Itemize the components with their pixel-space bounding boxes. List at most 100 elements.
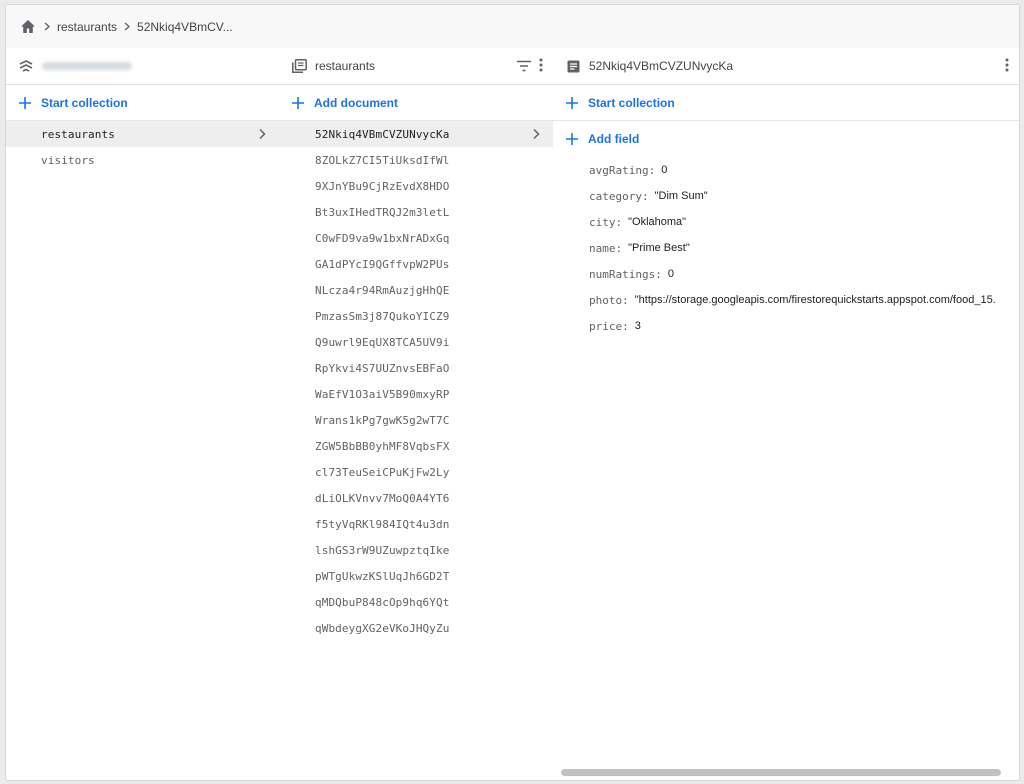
add-field-label: Add field (588, 132, 639, 146)
field-key: name: (589, 242, 622, 255)
start-collection-button[interactable]: Start collection (6, 85, 279, 121)
field-value: "Dim Sum" (655, 190, 708, 202)
document-id: NLcza4r94RmAuzjgHhQE (315, 284, 449, 297)
document-item[interactable]: GA1dPYcI9QGffvpW2PUs (279, 251, 553, 277)
document-id: 52Nkiq4VBmCVZUNvycKa (315, 128, 449, 141)
document-list: 52Nkiq4VBmCVZUNvycKa 8ZOLkZ7CI5TiUksdIfW… (279, 121, 553, 641)
document-column-header: 52Nkiq4VBmCVZUNvycKa (553, 48, 1019, 85)
root-column: Start collection restaurants visitors (6, 48, 280, 780)
document-id: Wrans1kPg7gwK5g2wT7C (315, 414, 449, 427)
filter-icon[interactable] (517, 59, 531, 77)
document-item[interactable]: ZGW5BbBB0yhMF8VqbsFX (279, 433, 553, 459)
document-id: dLiOLKVnvv7MoQ0A4YT6 (315, 492, 449, 505)
start-collection-label: Start collection (588, 96, 675, 110)
plus-icon (565, 96, 579, 110)
collection-item-label: restaurants (41, 128, 115, 141)
document-item[interactable]: PmzasSm3j87QukoYICZ9 (279, 303, 553, 329)
document-id: ZGW5BbBB0yhMF8VqbsFX (315, 440, 449, 453)
document-item[interactable]: cl73TeuSeiCPuKjFw2Ly (279, 459, 553, 485)
field-value: 0 (668, 268, 674, 280)
plus-icon (291, 96, 305, 110)
firestore-data-viewer: restaurants 52Nkiq4VBmCV... Start collec… (5, 4, 1020, 781)
document-id: C0wFD9va9w1bxNrADxGq (315, 232, 449, 245)
document-id: qWbdeygXG2eVKoJHQyZu (315, 622, 449, 635)
field-value: 3 (635, 320, 641, 332)
home-icon[interactable] (19, 18, 37, 36)
document-id: WaEfV1O3aiV5B90mxyRP (315, 388, 449, 401)
document-item[interactable]: RpYkvi4S7UUZnvsEBFaO (279, 355, 553, 381)
document-item[interactable]: NLcza4r94RmAuzjgHhQE (279, 277, 553, 303)
field-key: price: (589, 320, 629, 333)
document-item[interactable]: f5tyVqRKl984IQt4u3dn (279, 511, 553, 537)
document-actions (1005, 58, 1009, 77)
chevron-right-icon (257, 128, 267, 140)
collection-item-label: visitors (41, 154, 95, 167)
field-value: "Prime Best" (628, 242, 690, 254)
document-id: qMDQbuP848cOp9hq6YQt (315, 596, 449, 609)
field-key: numRatings: (589, 268, 662, 281)
document-column: 52Nkiq4VBmCVZUNvycKa Start collection Ad… (553, 48, 1019, 780)
document-item[interactable]: pWTgUkwzKSlUqJh6GD2T (279, 563, 553, 589)
collection-item-visitors[interactable]: visitors (6, 147, 279, 173)
field-row[interactable]: price: 3 (589, 313, 1019, 339)
plus-icon (18, 96, 32, 110)
field-row[interactable]: city: "Oklahoma" (589, 209, 1019, 235)
document-item[interactable]: qWbdeygXG2eVKoJHQyZu (279, 615, 553, 641)
document-id: cl73TeuSeiCPuKjFw2Ly (315, 466, 449, 479)
document-item[interactable]: 9XJnYBu9CjRzEvdX8HDO (279, 173, 553, 199)
breadcrumb-item-collection[interactable]: restaurants (57, 20, 117, 34)
add-document-label: Add document (314, 96, 398, 110)
document-item[interactable]: lshGS3rW9UZuwpztqIke (279, 537, 553, 563)
document-item[interactable]: 52Nkiq4VBmCVZUNvycKa (279, 121, 553, 147)
collection-title: restaurants (315, 59, 375, 73)
collection-actions (517, 58, 543, 77)
field-row[interactable]: photo:"https://storage.googleapis.com/fi… (589, 287, 1019, 313)
horizontal-scrollbar[interactable] (561, 769, 1001, 776)
add-field-button[interactable]: Add field (553, 121, 1019, 157)
document-id: Bt3uxIHedTRQJ2m3letL (315, 206, 449, 219)
field-row[interactable]: name: "Prime Best" (589, 235, 1019, 261)
document-item[interactable]: Bt3uxIHedTRQJ2m3letL (279, 199, 553, 225)
database-icon (18, 58, 34, 74)
add-document-button[interactable]: Add document (279, 85, 553, 121)
field-key: city: (589, 216, 622, 229)
field-row[interactable]: numRatings: 0 (589, 261, 1019, 287)
document-icon (565, 58, 581, 74)
field-key: avgRating: (589, 164, 655, 177)
field-key: category: (589, 190, 649, 203)
more-vert-icon[interactable] (1005, 58, 1009, 77)
field-value: "Oklahoma" (628, 216, 686, 228)
document-id: f5tyVqRKl984IQt4u3dn (315, 518, 449, 531)
collection-column-header: restaurants (279, 48, 553, 85)
document-id: PmzasSm3j87QukoYICZ9 (315, 310, 449, 323)
start-subcollection-button[interactable]: Start collection (553, 85, 1019, 121)
document-item[interactable]: 8ZOLkZ7CI5TiUksdIfWl (279, 147, 553, 173)
collection-list: restaurants visitors (6, 121, 279, 173)
document-id: pWTgUkwzKSlUqJh6GD2T (315, 570, 449, 583)
more-vert-icon[interactable] (539, 58, 543, 77)
document-id: RpYkvi4S7UUZnvsEBFaO (315, 362, 449, 375)
document-id: Q9uwrl9EqUX8TCA5UV9i (315, 336, 449, 349)
root-column-header (6, 48, 279, 85)
document-item[interactable]: C0wFD9va9w1bxNrADxGq (279, 225, 553, 251)
document-item[interactable]: qMDQbuP848cOp9hq6YQt (279, 589, 553, 615)
document-id: lshGS3rW9UZuwpztqIke (315, 544, 449, 557)
collection-column: restaurants Add document 52Nkiq4VBmCVZUN… (279, 48, 554, 780)
chevron-right-icon (44, 22, 50, 31)
chevron-right-icon (124, 22, 130, 31)
field-row[interactable]: avgRating:0 (589, 157, 1019, 183)
document-item[interactable]: WaEfV1O3aiV5B90mxyRP (279, 381, 553, 407)
document-id: 9XJnYBu9CjRzEvdX8HDO (315, 180, 449, 193)
field-row[interactable]: category: "Dim Sum" (589, 183, 1019, 209)
document-item[interactable]: Wrans1kPg7gwK5g2wT7C (279, 407, 553, 433)
document-id: 8ZOLkZ7CI5TiUksdIfWl (315, 154, 449, 167)
chevron-right-icon (531, 128, 541, 140)
field-list: avgRating:0 category:"Dim Sum" city:"Okl… (553, 157, 1019, 339)
field-value: "https://storage.googleapis.com/firestor… (635, 294, 996, 306)
document-item[interactable]: dLiOLKVnvv7MoQ0A4YT6 (279, 485, 553, 511)
document-item[interactable]: Q9uwrl9EqUX8TCA5UV9i (279, 329, 553, 355)
project-name-redacted (42, 62, 132, 70)
document-title: 52Nkiq4VBmCVZUNvycKa (589, 59, 733, 73)
collection-item-restaurants[interactable]: restaurants (6, 121, 279, 147)
breadcrumb-item-document[interactable]: 52Nkiq4VBmCV... (137, 20, 233, 34)
